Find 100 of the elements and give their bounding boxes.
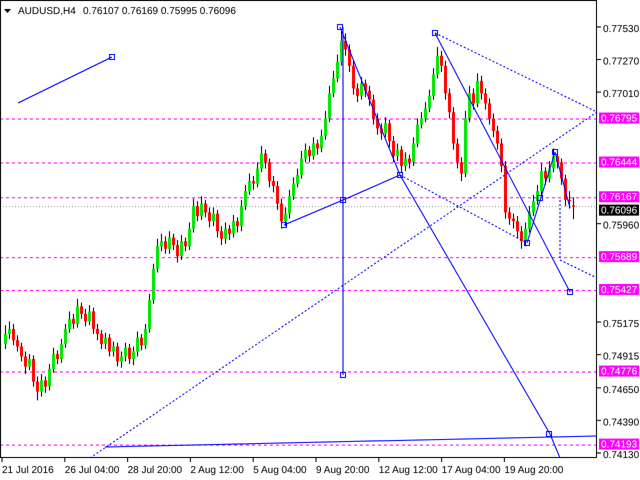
candlestick	[320, 129, 323, 153]
candlestick	[188, 222, 191, 250]
candlestick	[544, 166, 547, 186]
candlestick	[40, 374, 43, 398]
price-label: 0.75427	[599, 284, 639, 296]
candlestick	[332, 70, 335, 98]
candlestick	[96, 323, 99, 341]
candlestick	[52, 347, 55, 374]
time-tick-label: 28 Jul 20:00	[128, 465, 182, 476]
candlestick	[28, 353, 31, 371]
candlestick	[64, 323, 67, 348]
candlestick	[56, 350, 59, 365]
candlestick	[100, 330, 103, 350]
time-tick-label: 2 Aug 12:00	[190, 465, 244, 476]
price-label: 0.76795	[599, 112, 639, 125]
candlestick	[484, 88, 487, 110]
candlestick	[300, 150, 303, 180]
candlestick	[124, 342, 127, 362]
candlestick	[36, 376, 39, 401]
candlestick	[272, 176, 275, 193]
candlestick	[84, 308, 87, 327]
candlestick	[108, 333, 111, 357]
candlestick	[432, 68, 435, 100]
candlestick	[480, 75, 483, 100]
candlestick	[448, 88, 451, 119]
candlestick	[120, 350, 123, 368]
candlestick	[16, 334, 19, 352]
candlestick	[412, 136, 415, 167]
candlestick	[520, 226, 523, 250]
candlestick	[172, 233, 175, 250]
candlestick	[296, 168, 299, 188]
candlestick	[232, 214, 235, 238]
price-tick-label: 0.77270	[603, 56, 640, 68]
candlestick	[244, 184, 247, 210]
candlestick	[440, 50, 443, 73]
candlestick	[8, 320, 11, 340]
candlestick	[264, 149, 267, 170]
candlestick	[76, 298, 79, 328]
candlestick	[436, 46, 439, 79]
candlestick	[192, 198, 195, 233]
candlestick	[128, 343, 131, 365]
candlestick	[20, 342, 23, 362]
candlestick	[208, 206, 211, 228]
candlestick	[408, 154, 411, 170]
candlestick	[252, 176, 255, 190]
candlestick	[416, 118, 419, 148]
candlestick	[268, 158, 271, 188]
price-tick-label: 0.74390	[603, 417, 640, 428]
price-label: 0.76444	[599, 156, 639, 169]
candlestick	[312, 136, 315, 160]
candlestick	[4, 324, 7, 350]
candlestick	[24, 350, 27, 375]
price-label: 0.74776	[599, 366, 639, 378]
time-tick-label: 26 Jul 04:00	[64, 465, 120, 476]
candlestick	[88, 304, 91, 326]
candlestick	[488, 98, 491, 126]
candlestick	[204, 199, 207, 218]
candlestick	[304, 142, 307, 163]
candlestick	[116, 342, 119, 368]
price-tick-label: 0.75175	[603, 319, 640, 330]
candlestick	[160, 233, 163, 252]
candlestick	[476, 72, 479, 108]
candlestick	[352, 60, 355, 96]
price-tick-label: 0.74650	[603, 384, 640, 396]
candlestick	[132, 346, 135, 366]
candlestick	[140, 333, 143, 351]
time-tick-label: 21 Jul 2016	[2, 465, 54, 476]
candlestick	[236, 216, 239, 233]
candlestick	[144, 323, 147, 350]
price-tick-label: 0.77530	[603, 24, 640, 35]
price-label: 0.74193	[599, 438, 639, 451]
candlestick	[180, 234, 183, 261]
candlestick	[104, 332, 107, 350]
candlestick	[80, 302, 83, 320]
candlestick	[508, 206, 511, 226]
candlestick	[348, 44, 351, 73]
candlestick	[176, 239, 179, 264]
candlestick	[460, 156, 463, 182]
candlestick	[248, 173, 251, 196]
candlestick	[224, 222, 227, 244]
candlestick	[136, 330, 139, 357]
time-tick-label: 9 Aug 20:00	[316, 465, 370, 476]
candlestick	[112, 340, 115, 357]
current-price-label: 0.76096	[599, 204, 639, 217]
candlestick	[336, 54, 339, 83]
candlestick	[532, 194, 535, 217]
candlestick	[240, 199, 243, 232]
candlestick	[276, 180, 279, 210]
candlestick	[256, 162, 259, 188]
candlestick	[384, 116, 387, 138]
price-tick-label: 0.77010	[603, 89, 640, 100]
candlestick	[72, 313, 75, 330]
price-label: 0.76167	[599, 191, 639, 204]
candlestick	[92, 307, 95, 334]
price-tick-label: 0.74915	[603, 352, 640, 363]
candlestick	[168, 230, 171, 254]
symbol-label: AUDUSD,H4	[18, 6, 76, 17]
candlestick	[472, 88, 475, 110]
candlestick	[308, 145, 311, 163]
candlestick	[516, 216, 519, 240]
